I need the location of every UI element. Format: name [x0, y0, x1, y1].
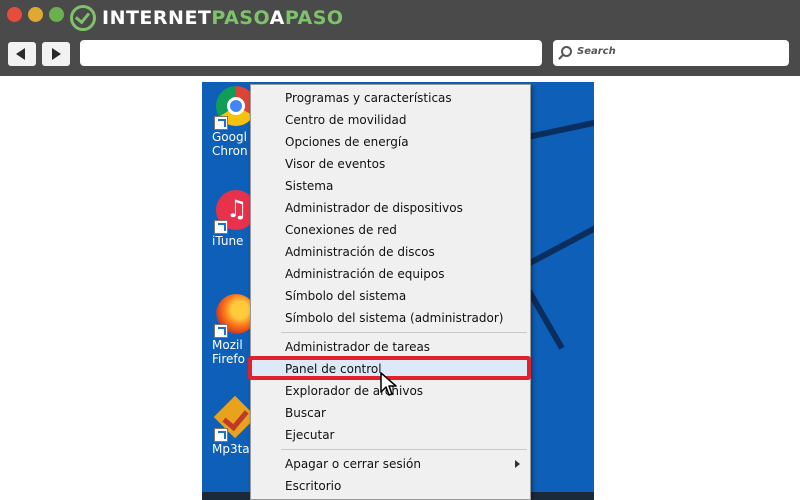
- maximize-window-button[interactable]: [49, 7, 64, 22]
- menu-item-sistema[interactable]: Sistema: [251, 175, 530, 197]
- menu-item-buscar[interactable]: Buscar: [251, 402, 530, 424]
- shortcut-arrow-icon: [214, 324, 228, 338]
- logo-text-internet: INTERNET: [102, 7, 212, 29]
- menu-separator: [281, 332, 527, 333]
- search-icon: [561, 46, 572, 57]
- menu-item-opciones-energia[interactable]: Opciones de energía: [251, 131, 530, 153]
- search-input[interactable]: Search: [553, 40, 789, 66]
- menu-item-admin-discos[interactable]: Administración de discos: [251, 241, 530, 263]
- close-window-button[interactable]: [7, 7, 22, 22]
- minimize-window-button[interactable]: [28, 7, 43, 22]
- forward-button[interactable]: [42, 42, 70, 66]
- menu-item-admin-equipos[interactable]: Administración de equipos: [251, 263, 530, 285]
- submenu-arrow-icon: [515, 460, 520, 468]
- menu-item-visor-eventos[interactable]: Visor de eventos: [251, 153, 530, 175]
- power-user-menu: Programas y características Centro de mo…: [250, 84, 531, 500]
- menu-item-simbolo-sistema[interactable]: Símbolo del sistema: [251, 285, 530, 307]
- mouse-cursor-icon: [380, 372, 397, 396]
- menu-item-admin-dispositivos[interactable]: Administrador de dispositivos: [251, 197, 530, 219]
- shortcut-arrow-icon: [214, 428, 228, 442]
- menu-item-programas[interactable]: Programas y características: [251, 87, 530, 109]
- menu-separator: [281, 449, 527, 450]
- logo-text: INTERNETPASOAPASO: [102, 7, 344, 29]
- menu-item-apagar-label: Apagar o cerrar sesión: [285, 457, 421, 471]
- arrow-left-icon: [16, 48, 25, 60]
- search-placeholder: Search: [577, 46, 616, 57]
- menu-item-centro-movilidad[interactable]: Centro de movilidad: [251, 109, 530, 131]
- site-logo: INTERNETPASOAPASO: [70, 4, 344, 32]
- browser-toolbar: Search: [0, 36, 800, 76]
- shortcut-arrow-icon: [214, 116, 228, 130]
- menu-item-apagar[interactable]: Apagar o cerrar sesión: [251, 453, 530, 475]
- logo-text-a: A: [269, 7, 285, 29]
- address-bar[interactable]: [80, 40, 542, 66]
- menu-item-conexiones-red[interactable]: Conexiones de red: [251, 219, 530, 241]
- menu-item-ejecutar[interactable]: Ejecutar: [251, 424, 530, 446]
- shortcut-arrow-icon: [214, 220, 228, 234]
- arrow-right-icon: [52, 48, 61, 60]
- menu-item-simbolo-sistema-admin[interactable]: Símbolo del sistema (administrador): [251, 307, 530, 329]
- logo-text-paso: PASO: [211, 7, 270, 29]
- logo-check-icon: [70, 5, 96, 31]
- logo-text-paso-2: PASO: [284, 7, 344, 29]
- menu-item-escritorio[interactable]: Escritorio: [251, 475, 530, 497]
- back-button[interactable]: [8, 42, 36, 66]
- browser-titlebar: INTERNETPASOAPASO: [0, 0, 800, 36]
- menu-item-admin-tareas[interactable]: Administrador de tareas: [251, 336, 530, 358]
